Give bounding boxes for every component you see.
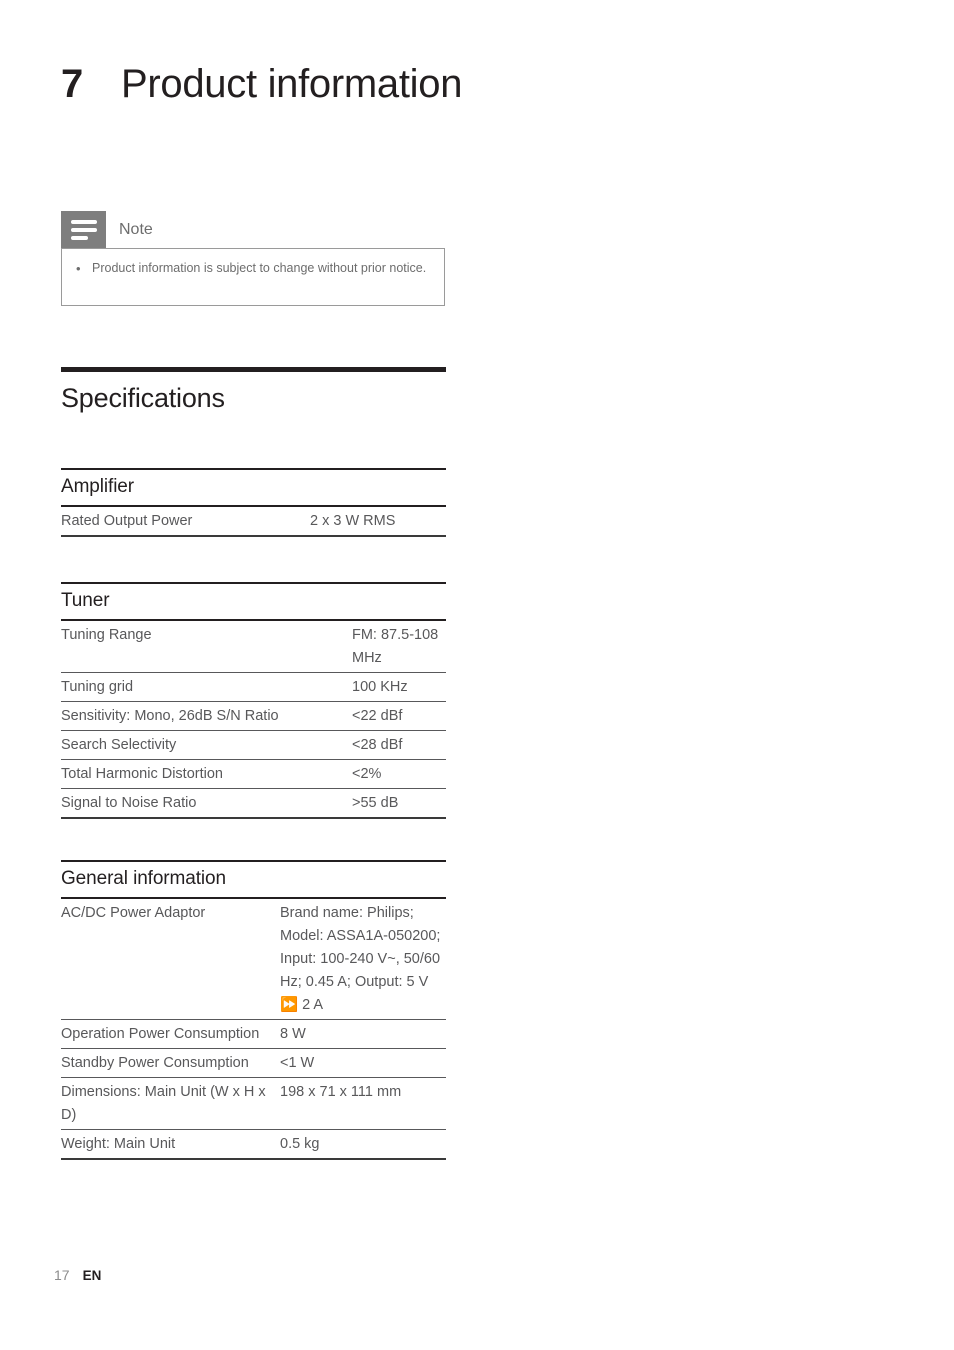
spec-key: Weight: Main Unit	[61, 1129, 280, 1160]
table-row: Signal to Noise Ratio >55 dB	[61, 788, 446, 819]
table-row: Sensitivity: Mono, 26dB S/N Ratio <22 dB…	[61, 701, 446, 731]
spec-section-tuner: Tuner Tuning Range FM: 87.5-108 MHz Tuni…	[61, 582, 446, 819]
spec-key: Total Harmonic Distortion	[61, 759, 352, 789]
document-page: 7 Product information Note • Product inf…	[0, 0, 954, 1350]
table-row: Tuning grid 100 KHz	[61, 672, 446, 702]
spec-key: Standby Power Consumption	[61, 1048, 280, 1078]
chapter-title: Product information	[121, 62, 463, 106]
spec-key: Operation Power Consumption	[61, 1019, 280, 1049]
spec-key: AC/DC Power Adaptor	[61, 899, 280, 1020]
table-row: Rated Output Power 2 x 3 W RMS	[61, 507, 446, 537]
table-row: AC/DC Power Adaptor Brand name: Philips;…	[61, 899, 446, 1020]
note-callout: Note • Product information is subject to…	[61, 211, 445, 306]
spec-key: Tuning Range	[61, 621, 352, 673]
note-body: • Product information is subject to chan…	[61, 248, 445, 306]
spec-value: <22 dBf	[352, 701, 446, 731]
spec-section-general-information: General information AC/DC Power Adaptor …	[61, 860, 446, 1160]
spec-key: Sensitivity: Mono, 26dB S/N Ratio	[61, 701, 352, 731]
spec-table-amplifier: Rated Output Power 2 x 3 W RMS	[61, 507, 446, 537]
footer-language: EN	[82, 1268, 102, 1283]
spec-table-tuner: Tuning Range FM: 87.5-108 MHz Tuning gri…	[61, 621, 446, 819]
spec-key: Tuning grid	[61, 672, 352, 702]
spec-value: 198 x 71 x 111 mm	[280, 1077, 446, 1130]
specifications-rule	[61, 367, 446, 372]
spec-section-amplifier: Amplifier Rated Output Power 2 x 3 W RMS	[61, 468, 446, 537]
bullet-icon: •	[76, 261, 81, 276]
note-lines-icon	[61, 211, 106, 248]
spec-value: 8 W	[280, 1019, 446, 1049]
table-row: Weight: Main Unit 0.5 kg	[61, 1129, 446, 1160]
spec-table-general-information: AC/DC Power Adaptor Brand name: Philips;…	[61, 899, 446, 1160]
chapter-number: 7	[61, 62, 83, 106]
footer-page-number: 17	[54, 1267, 70, 1283]
spec-value: 100 KHz	[352, 672, 446, 702]
note-item-text: Product information is subject to change…	[92, 261, 427, 275]
table-row: Dimensions: Main Unit (W x H x D) 198 x …	[61, 1077, 446, 1130]
table-row: Search Selectivity <28 dBf	[61, 730, 446, 760]
spec-section-title: Amplifier	[61, 468, 446, 507]
note-title: Note	[119, 220, 153, 238]
page-footer: 17 EN	[54, 1267, 101, 1283]
spec-value: 0.5 kg	[280, 1129, 446, 1160]
spec-value: <28 dBf	[352, 730, 446, 760]
spec-value: 2 x 3 W RMS	[310, 507, 446, 537]
spec-value: FM: 87.5-108 MHz	[352, 621, 446, 673]
spec-value: >55 dB	[352, 788, 446, 819]
spec-key: Signal to Noise Ratio	[61, 788, 352, 819]
table-row: Operation Power Consumption 8 W	[61, 1019, 446, 1049]
chapter-heading: 7 Product information	[61, 58, 621, 110]
spec-value: <2%	[352, 759, 446, 789]
note-header: Note	[61, 211, 445, 248]
table-row: Tuning Range FM: 87.5-108 MHz	[61, 621, 446, 673]
spec-value: Brand name: Philips; Model: ASSA1A-05020…	[280, 899, 446, 1020]
spec-section-title: Tuner	[61, 582, 446, 621]
spec-section-title: General information	[61, 860, 446, 899]
spec-key: Search Selectivity	[61, 730, 352, 760]
spec-value: <1 W	[280, 1048, 446, 1078]
table-row: Total Harmonic Distortion <2%	[61, 759, 446, 789]
spec-key: Rated Output Power	[61, 507, 310, 537]
note-list-item: • Product information is subject to chan…	[76, 260, 430, 277]
spec-key: Dimensions: Main Unit (W x H x D)	[61, 1077, 280, 1130]
specifications-heading: Specifications	[61, 383, 225, 413]
table-row: Standby Power Consumption <1 W	[61, 1048, 446, 1078]
